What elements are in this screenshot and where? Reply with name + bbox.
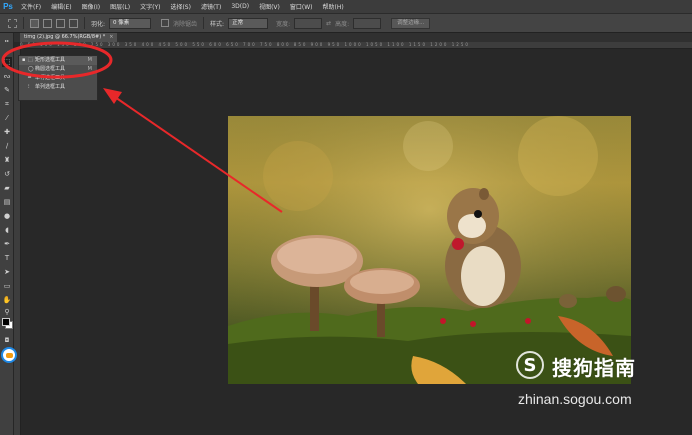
flyout-item-label: 单行选框工具 [35, 75, 66, 81]
flyout-item-rect-marquee[interactable]: ▪ ⬚ 矩形选框工具 M [19, 56, 97, 65]
healing-icon[interactable]: ✚ [2, 127, 12, 137]
marquee-icon[interactable]: ⬚ [2, 57, 12, 67]
intersect-selection-icon[interactable] [69, 18, 78, 28]
blur-icon[interactable]: ● [2, 211, 12, 221]
dodge-icon[interactable]: ◖ [2, 225, 12, 235]
zoom-icon[interactable]: ⚲ [2, 307, 12, 317]
feather-input[interactable]: 0 像素 [109, 17, 152, 29]
gradient-icon[interactable]: ▤ [2, 197, 12, 207]
swap-icon[interactable]: ⇄ [326, 20, 331, 27]
menu-select[interactable]: 选择(S) [165, 2, 196, 11]
flyout-item-label: 单列选框工具 [35, 84, 66, 90]
eraser-icon[interactable]: ▰ [2, 183, 12, 193]
selected-bullet-icon: ▪ [22, 57, 26, 63]
photoshop-logo: Ps [3, 2, 13, 11]
flyout-item-ellipse-marquee[interactable]: ◯ 椭圆选框工具 M [19, 65, 97, 74]
marquee-tool-flyout: ▪ ⬚ 矩形选框工具 M ◯ 椭圆选框工具 M ═ 单行选框工具 ⁝ 单列选框工… [18, 55, 98, 101]
divider [84, 17, 85, 29]
menu-edit[interactable]: 编辑(E) [46, 2, 76, 11]
width-input[interactable] [294, 17, 323, 29]
flyout-item-single-column-marquee[interactable]: ⁝ 单列选框工具 [19, 83, 97, 92]
rect-marquee-icon: ⬚ [28, 57, 33, 63]
feather-label: 羽化: [91, 20, 106, 28]
sogou-logo-icon: S [516, 351, 544, 379]
divider [203, 17, 205, 29]
close-icon[interactable]: × [109, 34, 113, 40]
vertical-ruler [14, 48, 21, 435]
tool-preset-icon[interactable] [8, 18, 17, 28]
menu-filter[interactable]: 滤镜(T) [196, 2, 226, 11]
hand-icon[interactable]: ✋ [2, 295, 12, 305]
options-bar: 羽化: 0 像素 消除锯齿 样式: 正常 宽度: ⇄ 高度: 调整边缘... [0, 13, 692, 33]
new-selection-icon[interactable] [30, 18, 39, 28]
width-label: 宽度: [276, 20, 291, 28]
refine-edge-button[interactable]: 调整边缘... [391, 17, 431, 29]
flyout-shortcut: M [87, 66, 92, 72]
document-tab-bar: timg (2).jpg @ 66.7%(RGB/8#) * × [14, 33, 692, 42]
path-select-icon[interactable]: ➤ [2, 267, 12, 277]
canvas-image[interactable] [228, 116, 631, 384]
eyedropper-icon[interactable]: ⁄ [2, 113, 12, 123]
height-input[interactable] [353, 17, 382, 29]
tools-panel: ▸▸ ⬚ ᔓ ✎ ⌗ ⁄ ✚ ∕ ♜ ↺ ▰ ▤ ● ◖ ✒ T ➤ ▭ ✋ ⚲… [0, 33, 17, 435]
single-row-marquee-icon: ═ [28, 75, 32, 81]
history-brush-icon[interactable]: ↺ [2, 169, 12, 179]
shape-icon[interactable]: ▭ [2, 281, 12, 291]
antialias-label: 消除锯齿 [173, 20, 198, 28]
pen-icon[interactable]: ✒ [2, 239, 12, 249]
foreground-color-swatch[interactable] [2, 318, 10, 326]
divider [23, 17, 24, 29]
single-column-marquee-icon: ⁝ [28, 84, 30, 90]
watermark-url: zhinan.sogou.com [518, 391, 632, 407]
crop-icon[interactable]: ⌗ [2, 99, 12, 109]
quick-mask-icon[interactable]: ◘ [2, 335, 12, 345]
menu-bar: Ps 文件(F) 编辑(E) 图像(I) 图层(L) 文字(Y) 选择(S) 滤… [0, 0, 692, 13]
stamp-icon[interactable]: ♜ [2, 155, 12, 165]
document-tab[interactable]: timg (2).jpg @ 66.7%(RGB/8#) * × [20, 33, 118, 42]
menu-image[interactable]: 图像(I) [77, 2, 105, 11]
panel-collapse-icon[interactable]: ▸▸ [2, 35, 12, 45]
flyout-item-label: 椭圆选框工具 [35, 66, 66, 72]
flyout-item-single-row-marquee[interactable]: ═ 单行选框工具 [19, 74, 97, 83]
document-tab-title: timg (2).jpg @ 66.7%(RGB/8#) * [24, 34, 106, 40]
sogou-avatar-icon [1, 347, 17, 363]
menu-file[interactable]: 文件(F) [16, 2, 46, 11]
style-select[interactable]: 正常 [228, 17, 269, 29]
horizontal-ruler: 0 50 100 150 200 250 300 350 400 450 500… [20, 42, 692, 49]
flyout-item-label: 矩形选框工具 [35, 57, 66, 63]
photo-illustration [228, 116, 631, 384]
antialias-checkbox[interactable] [161, 19, 170, 27]
brush-icon[interactable]: ∕ [2, 141, 12, 151]
menu-help[interactable]: 帮助(H) [318, 2, 349, 11]
style-label: 样式: [210, 20, 225, 28]
height-label: 高度: [335, 20, 350, 28]
flyout-shortcut: M [87, 57, 92, 63]
watermark-title: 搜狗指南 [552, 356, 636, 380]
add-to-selection-icon[interactable] [43, 18, 52, 28]
ellipse-marquee-icon: ◯ [28, 66, 34, 72]
menu-type[interactable]: 文字(Y) [135, 2, 165, 11]
type-icon[interactable]: T [2, 253, 12, 263]
menu-layer[interactable]: 图层(L) [105, 2, 135, 11]
quick-select-icon[interactable]: ✎ [2, 85, 12, 95]
lasso-icon[interactable]: ᔓ [2, 71, 12, 81]
annotation-arrowhead [103, 88, 122, 104]
subtract-selection-icon[interactable] [56, 18, 65, 28]
menu-3d[interactable]: 3D(D) [226, 3, 254, 10]
menu-window[interactable]: 窗口(W) [285, 2, 318, 11]
menu-view[interactable]: 视图(V) [254, 2, 285, 11]
